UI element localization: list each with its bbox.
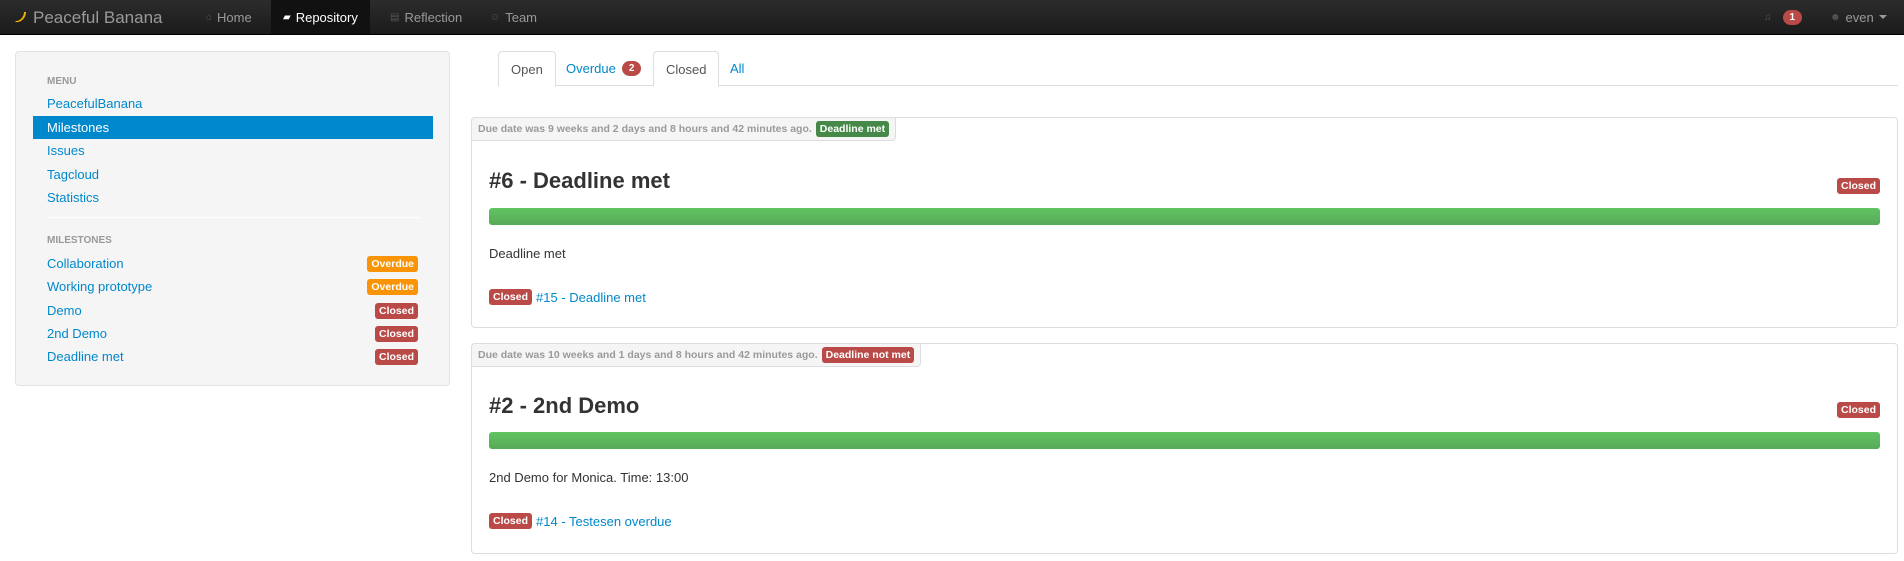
progress-bar: [489, 208, 1880, 225]
status-badge: Overdue: [367, 278, 418, 295]
issue-item: Closed #14 - Testesen overdue: [489, 513, 672, 529]
sidebar-item-peacefulbanana[interactable]: PeacefulBanana: [33, 92, 433, 115]
top-navbar: Peaceful Banana ⌂ Home ▰ Repository ▤ Re…: [0, 0, 1904, 35]
milestone-card: Due date was 9 weeks and 2 days and 8 ho…: [471, 117, 1898, 328]
milestone-description: Deadline met: [489, 246, 566, 261]
tab-all[interactable]: All: [718, 51, 756, 86]
nav-home-label: Home: [217, 9, 252, 25]
brand-link[interactable]: Peaceful Banana: [14, 0, 163, 35]
bell-icon: ♫: [1764, 11, 1772, 23]
tab-open[interactable]: Open: [498, 51, 556, 87]
milestone-title[interactable]: #6 - Deadline met: [489, 168, 670, 194]
book-icon: ▤: [390, 11, 400, 23]
menu-header: MENU: [47, 76, 77, 87]
due-date-text: Due date was 9 weeks and 2 days and 8 ho…: [478, 123, 812, 135]
sidebar-milestone-2nd-demo[interactable]: 2nd Demo Closed: [33, 322, 433, 345]
milestone-label: Working prototype: [47, 279, 153, 294]
team-icon: ☺: [490, 11, 501, 23]
user-icon: ☻: [1830, 11, 1841, 23]
progress-bar: [489, 432, 1880, 449]
sidebar-item-milestones[interactable]: Milestones: [33, 116, 433, 139]
sidebar-milestone-demo[interactable]: Demo Closed: [33, 299, 433, 322]
milestone-label: Deadline met: [47, 349, 124, 364]
status-badge: Overdue: [367, 255, 418, 272]
sidebar-item-tagcloud[interactable]: Tagcloud: [33, 163, 433, 186]
sidebar-milestone-collaboration[interactable]: Collaboration Overdue: [33, 252, 433, 275]
milestone-label: Collaboration: [47, 256, 124, 271]
milestone-title[interactable]: #2 - 2nd Demo: [489, 393, 639, 419]
overdue-count-badge: 2: [621, 61, 642, 76]
sidebar: MENU PeacefulBanana Milestones Issues Ta…: [15, 51, 450, 386]
nav-reflection[interactable]: ▤ Reflection: [378, 0, 474, 34]
issue-link[interactable]: #15 - Deadline met: [536, 290, 646, 305]
milestone-card: Due date was 10 weeks and 1 days and 8 h…: [471, 343, 1898, 554]
status-badge: Closed: [374, 302, 418, 319]
due-date-text: Due date was 10 weeks and 1 days and 8 h…: [478, 349, 818, 361]
sidebar-item-statistics[interactable]: Statistics: [33, 186, 433, 209]
nav-team-label: Team: [505, 9, 538, 25]
brand-name: Peaceful Banana: [33, 7, 163, 27]
status-badge: Closed: [374, 325, 418, 342]
status-badge: Closed: [1836, 402, 1880, 418]
nav-team[interactable]: ☺ Team: [478, 0, 549, 34]
folder-open-icon: ▰: [283, 11, 291, 23]
issue-item: Closed #15 - Deadline met: [489, 289, 646, 305]
tab-overdue[interactable]: Overdue 2: [554, 51, 653, 86]
milestone-label: Demo: [47, 303, 82, 318]
issue-link[interactable]: #14 - Testesen overdue: [536, 514, 672, 529]
nav-home[interactable]: ⌂ Home: [194, 0, 264, 34]
due-date-info: Due date was 10 weeks and 1 days and 8 h…: [471, 343, 922, 367]
milestone-tabs: Open Overdue 2 Closed All: [498, 51, 1898, 87]
milestones-header: MILESTONES: [47, 235, 112, 246]
progress-fill: [489, 208, 1880, 225]
chevron-down-icon: [1878, 15, 1887, 19]
status-badge: Closed: [1836, 178, 1880, 194]
nav-reflection-label: Reflection: [404, 9, 463, 25]
banana-icon: [14, 10, 27, 26]
tab-closed[interactable]: Closed: [653, 51, 720, 87]
issue-status-badge: Closed: [489, 513, 533, 529]
sidebar-milestone-deadline-met[interactable]: Deadline met Closed: [33, 345, 433, 368]
due-date-info: Due date was 9 weeks and 2 days and 8 ho…: [471, 117, 897, 141]
deadline-status-badge: Deadline not met: [821, 347, 915, 363]
notifications-count: 1: [1782, 9, 1803, 25]
tab-overdue-label: Overdue: [566, 61, 616, 76]
progress-fill: [489, 432, 1880, 449]
user-menu[interactable]: ☻ even: [1818, 0, 1899, 34]
nav-repository-label: Repository: [295, 9, 358, 25]
home-icon: ⌂: [206, 11, 213, 23]
user-name: even: [1845, 9, 1874, 25]
issue-status-badge: Closed: [489, 289, 533, 305]
milestone-description: 2nd Demo for Monica. Time: 13:00: [489, 470, 689, 485]
sidebar-milestone-working-prototype[interactable]: Working prototype Overdue: [33, 275, 433, 298]
sidebar-item-issues[interactable]: Issues: [33, 139, 433, 162]
deadline-status-badge: Deadline met: [815, 121, 890, 137]
sidebar-divider: [47, 217, 420, 218]
nav-repository[interactable]: ▰ Repository: [271, 0, 370, 34]
milestone-label: 2nd Demo: [47, 326, 107, 341]
status-badge: Closed: [374, 348, 418, 365]
notifications-button[interactable]: ♫ 1: [1752, 0, 1814, 34]
